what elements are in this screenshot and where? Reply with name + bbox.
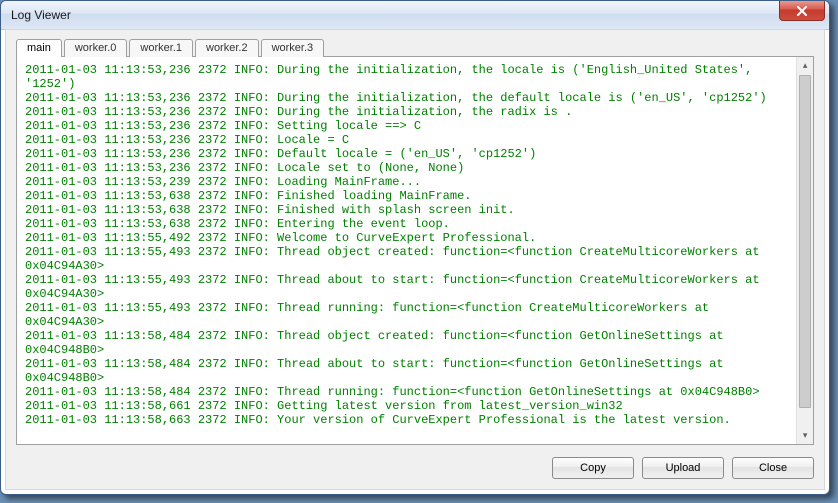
scroll-down-arrow-icon[interactable]: ▾: [797, 427, 813, 444]
window-close-button[interactable]: [779, 1, 825, 21]
titlebar[interactable]: Log Viewer: [1, 1, 829, 30]
client-area: mainworker.0worker.1worker.2worker.3 201…: [5, 29, 825, 490]
log-text[interactable]: 2011-01-03 11:13:53,236 2372 INFO: Durin…: [17, 57, 796, 444]
tab-worker-1[interactable]: worker.1: [129, 39, 193, 57]
copy-button[interactable]: Copy: [552, 457, 634, 479]
window: Log Viewer mainworker.0worker.1worker.2w…: [0, 0, 830, 495]
log-panel: 2011-01-03 11:13:53,236 2372 INFO: Durin…: [16, 56, 814, 445]
tab-main[interactable]: main: [16, 39, 62, 57]
window-controls: [779, 1, 829, 21]
scroll-thumb[interactable]: [799, 75, 811, 408]
window-title: Log Viewer: [1, 8, 71, 22]
vertical-scrollbar[interactable]: ▴ ▾: [796, 57, 813, 444]
tab-worker-3[interactable]: worker.3: [261, 39, 325, 57]
close-icon: [796, 6, 808, 16]
button-row: Copy Upload Close: [6, 453, 824, 489]
scroll-up-arrow-icon[interactable]: ▴: [797, 57, 813, 74]
close-button[interactable]: Close: [732, 457, 814, 479]
tab-worker-2[interactable]: worker.2: [195, 39, 259, 57]
tab-strip: mainworker.0worker.1worker.2worker.3: [6, 30, 824, 56]
tab-worker-0[interactable]: worker.0: [64, 39, 128, 57]
upload-button[interactable]: Upload: [642, 457, 724, 479]
